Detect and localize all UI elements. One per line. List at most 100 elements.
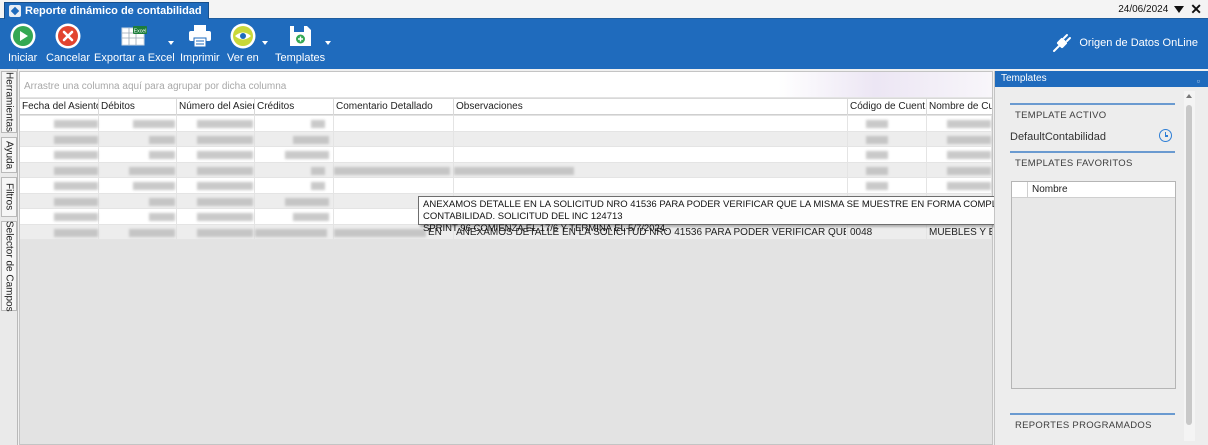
report-grid: Arrastre una columna aquí para agrupar p… (19, 71, 993, 445)
save-template-icon (290, 26, 312, 46)
table-cell[interactable] (334, 147, 454, 162)
redacted-value (311, 182, 325, 190)
column-header-comentario[interactable]: Comentario Detallado (334, 99, 454, 115)
group-hint: Arrastre una columna aquí para agrupar p… (24, 81, 287, 92)
redacted-value (293, 213, 329, 221)
table-row[interactable] (20, 116, 992, 132)
redacted-value (285, 151, 329, 159)
tab-herramientas[interactable]: Herramientas (1, 71, 17, 133)
imprimir-button[interactable]: Imprimir (180, 22, 220, 64)
table-cell[interactable] (454, 178, 848, 193)
column-header-observaciones[interactable]: Observaciones (454, 99, 848, 115)
exportar-dropdown-icon[interactable] (168, 41, 174, 45)
table-cell[interactable] (454, 147, 848, 162)
table-cell[interactable] (454, 131, 848, 147)
column-header-debitos[interactable]: Débitos (99, 99, 177, 115)
table-cell[interactable] (454, 116, 848, 131)
scrollbar-thumb[interactable] (1186, 105, 1192, 425)
tab-ayuda[interactable]: Ayuda (1, 137, 17, 173)
cancel-icon (55, 23, 81, 49)
redacted-value (54, 135, 98, 144)
template-activo-section: TEMPLATE ACTIVO (1010, 103, 1175, 122)
tab-selector-de-campos[interactable]: Selector de Campos (1, 221, 17, 311)
column-header-fecha[interactable]: Fecha del Asiento (20, 99, 99, 115)
tab-filtros[interactable]: Filtros (1, 177, 17, 217)
column-header-codigo[interactable]: Código de Cuent... (848, 99, 927, 115)
redacted-value (197, 197, 253, 206)
document-tab-title: Reporte dinámico de contabilidad (25, 4, 202, 17)
favorite-templates-list[interactable]: Nombre (1011, 181, 1176, 389)
favorites-name-column[interactable]: Nombre (1032, 184, 1068, 195)
redacted-value (866, 151, 888, 159)
tab-selector-label: Selector de Campos (3, 220, 15, 312)
redacted-value (149, 151, 175, 159)
origen-datos-online-button[interactable]: Origen de Datos OnLine (1051, 32, 1198, 54)
document-tab[interactable]: Reporte dinámico de contabilidad (4, 2, 209, 19)
panel-pin-icon[interactable]: ▫ (1197, 73, 1200, 89)
column-header-creditos[interactable]: Créditos (255, 99, 334, 115)
active-template-name[interactable]: DefaultContabilidad (1010, 131, 1175, 146)
grid-header: Fecha del Asiento Débitos Número del Asi… (20, 98, 992, 115)
title-bar-right: 24/06/2024 ✕ (1118, 2, 1202, 16)
ver-en-dropdown-icon[interactable] (262, 41, 268, 45)
redacted-value (149, 135, 175, 144)
iniciar-button[interactable]: Iniciar (8, 22, 37, 64)
view-eye-icon (230, 23, 256, 49)
table-row[interactable] (20, 178, 992, 194)
redacted-value (197, 151, 253, 159)
table-row[interactable] (20, 147, 992, 163)
scroll-up-arrow-icon[interactable] (1186, 94, 1192, 98)
redacted-value (133, 120, 175, 128)
iniciar-label: Iniciar (8, 52, 38, 64)
exportar-excel-button[interactable]: Excel Exportar a Excel (94, 22, 175, 64)
redacted-value (255, 228, 327, 237)
close-window-icon[interactable]: ✕ (1190, 2, 1202, 16)
redacted-value (947, 120, 991, 128)
templates-dropdown-icon[interactable] (325, 41, 331, 45)
redacted-value (197, 120, 253, 128)
templates-scrollbar[interactable] (1184, 91, 1195, 441)
cancelar-label: Cancelar (46, 52, 91, 64)
table-cell[interactable] (334, 131, 454, 147)
table-cell[interactable] (334, 116, 454, 131)
redacted-value (866, 135, 888, 144)
favorites-select-column (1012, 182, 1028, 198)
column-header-numero[interactable]: Número del Asiento (177, 99, 255, 115)
origen-label: Origen de Datos OnLine (1079, 37, 1198, 49)
redacted-value (334, 166, 450, 175)
cancelar-button[interactable]: Cancelar (46, 22, 90, 64)
redacted-value (149, 197, 175, 206)
window-menu-dropdown-icon[interactable] (1174, 5, 1185, 13)
side-tab-strip: Herramientas Ayuda Filtros Selector de C… (0, 69, 18, 445)
printer-icon (188, 25, 211, 48)
redacted-value (311, 120, 325, 128)
clock-icon[interactable] (1159, 129, 1172, 142)
redacted-value (197, 166, 253, 175)
table-cell[interactable] (334, 178, 454, 193)
redacted-value (197, 135, 253, 144)
redacted-value (334, 228, 426, 237)
table-row[interactable] (20, 131, 992, 147)
tab-filtros-label: Filtros (3, 183, 15, 211)
templates-button[interactable]: Templates (275, 22, 325, 64)
ribbon-toolbar: Iniciar Cancelar Excel Exportar a Excel … (0, 19, 1208, 69)
table-row[interactable] (20, 162, 992, 178)
redacted-value (454, 166, 574, 175)
redacted-value (54, 151, 98, 159)
ver-en-button[interactable]: Ver en (227, 22, 259, 64)
excel-export-icon: Excel (121, 26, 148, 46)
exportar-label: Exportar a Excel (94, 52, 175, 64)
redacted-value (866, 166, 888, 175)
group-by-panel[interactable]: Arrastre una columna aquí para agrupar p… (20, 72, 992, 97)
column-header-nombre[interactable]: Nombre de Cuen (927, 99, 992, 115)
title-bar: Reporte dinámico de contabilidad 24/06/2… (0, 0, 1208, 19)
redacted-value (866, 120, 888, 128)
redacted-value (54, 197, 98, 206)
templates-panel-title: Templates (1001, 73, 1047, 84)
redacted-value (866, 182, 888, 190)
templates-label: Templates (275, 52, 326, 64)
current-date: 24/06/2024 (1118, 3, 1169, 15)
redacted-value (54, 182, 98, 190)
redacted-value (129, 166, 175, 175)
redacted-value (947, 166, 991, 175)
